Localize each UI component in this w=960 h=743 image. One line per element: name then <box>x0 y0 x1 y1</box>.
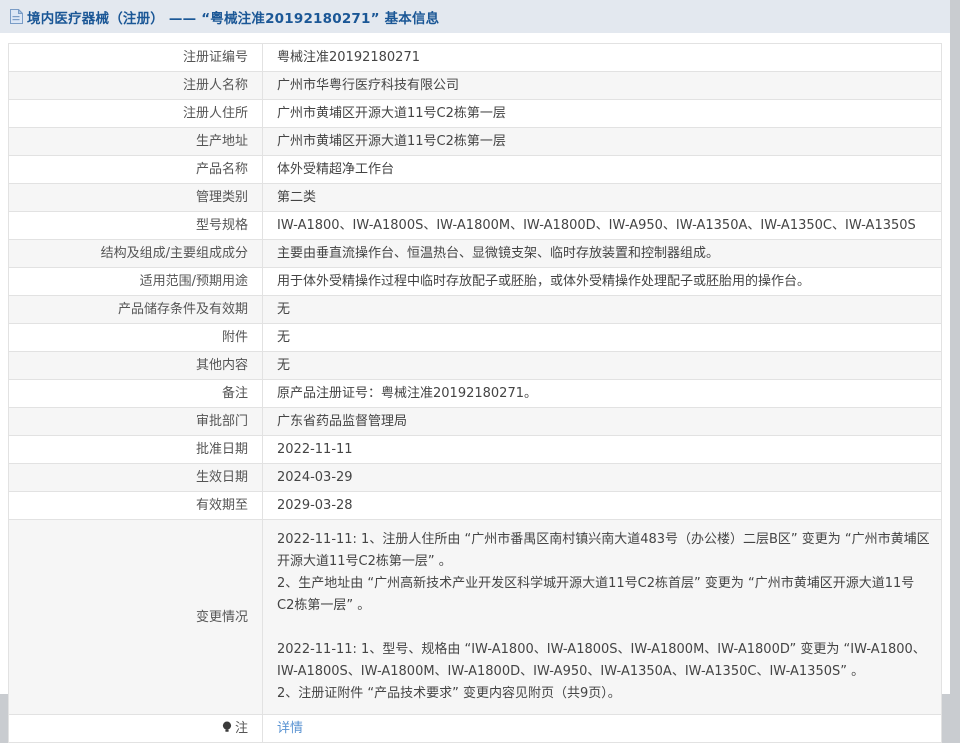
change-history-text: 2022-11-11: 1、注册人住所由 “广州市番禺区南村镇兴南大道483号（… <box>263 520 942 715</box>
row-value: 主要由垂直流操作台、恒温热台、显微镜支架、临时存放装置和控制器组成。 <box>263 240 942 268</box>
row-label: 产品储存条件及有效期 <box>9 296 263 324</box>
row-label: 产品名称 <box>9 156 263 184</box>
table-row: 产品名称 体外受精超净工作台 <box>9 156 942 184</box>
table-row: 注册人名称 广州市华粤行医疗科技有限公司 <box>9 72 942 100</box>
table-row: 注册证编号 粤械注准20192180271 <box>9 44 942 72</box>
row-label: 附件 <box>9 324 263 352</box>
table-row: 生产地址 广州市黄埔区开源大道11号C2栋第一层 <box>9 128 942 156</box>
table-row-note: 注 详情 <box>9 715 942 743</box>
row-value: IW-A1800、IW-A1800S、IW-A1800M、IW-A1800D、I… <box>263 212 942 240</box>
row-value: 广东省药品监督管理局 <box>263 408 942 436</box>
row-label: 型号规格 <box>9 212 263 240</box>
row-label: 有效期至 <box>9 492 263 520</box>
details-link[interactable]: 详情 <box>277 721 303 736</box>
row-value: 体外受精超净工作台 <box>263 156 942 184</box>
page-title: 境内医疗器械（注册） —— “粤械注准20192180271” 基本信息 <box>27 7 439 27</box>
row-label: 注册人名称 <box>9 72 263 100</box>
table-row: 结构及组成/主要组成成分 主要由垂直流操作台、恒温热台、显微镜支架、临时存放装置… <box>9 240 942 268</box>
registration-info-table: 注册证编号 粤械注准20192180271 注册人名称 广州市华粤行医疗科技有限… <box>8 43 942 743</box>
row-value: 2024-03-29 <box>263 464 942 492</box>
row-label: 备注 <box>9 380 263 408</box>
row-label: 生产地址 <box>9 128 263 156</box>
table-row: 产品储存条件及有效期 无 <box>9 296 942 324</box>
table-row: 适用范围/预期用途 用于体外受精操作过程中临时存放配子或胚胎，或体外受精操作处理… <box>9 268 942 296</box>
row-value: 广州市黄埔区开源大道11号C2栋第一层 <box>263 128 942 156</box>
row-value: 用于体外受精操作过程中临时存放配子或胚胎，或体外受精操作处理配子或胚胎用的操作台… <box>263 268 942 296</box>
row-label: 审批部门 <box>9 408 263 436</box>
row-value: 无 <box>263 296 942 324</box>
row-value: 无 <box>263 324 942 352</box>
row-label: 管理类别 <box>9 184 263 212</box>
row-value: 第二类 <box>263 184 942 212</box>
page: 境内医疗器械（注册） —— “粤械注准20192180271” 基本信息 注册证… <box>0 0 950 694</box>
bulb-icon <box>222 721 232 734</box>
table-row: 批准日期 2022-11-11 <box>9 436 942 464</box>
table-row: 生效日期 2024-03-29 <box>9 464 942 492</box>
row-value: 无 <box>263 352 942 380</box>
table-row: 备注 原产品注册证号：粤械注准20192180271。 <box>9 380 942 408</box>
page-header: 境内医疗器械（注册） —— “粤械注准20192180271” 基本信息 <box>0 0 950 33</box>
row-label: 注册人住所 <box>9 100 263 128</box>
row-label: 注 <box>9 715 263 743</box>
table-row: 管理类别 第二类 <box>9 184 942 212</box>
table-row: 有效期至 2029-03-28 <box>9 492 942 520</box>
table-row: 审批部门 广东省药品监督管理局 <box>9 408 942 436</box>
table-row: 附件 无 <box>9 324 942 352</box>
document-icon <box>9 9 23 24</box>
row-value: 原产品注册证号：粤械注准20192180271。 <box>263 380 942 408</box>
row-label: 其他内容 <box>9 352 263 380</box>
table-row: 型号规格 IW-A1800、IW-A1800S、IW-A1800M、IW-A18… <box>9 212 942 240</box>
info-table-container: 注册证编号 粤械注准20192180271 注册人名称 广州市华粤行医疗科技有限… <box>8 43 942 743</box>
row-value: 2029-03-28 <box>263 492 942 520</box>
row-label: 变更情况 <box>9 520 263 715</box>
row-label: 结构及组成/主要组成成分 <box>9 240 263 268</box>
table-row: 其他内容 无 <box>9 352 942 380</box>
row-label: 适用范围/预期用途 <box>9 268 263 296</box>
row-value: 广州市华粤行医疗科技有限公司 <box>263 72 942 100</box>
row-value: 粤械注准20192180271 <box>263 44 942 72</box>
row-label: 注册证编号 <box>9 44 263 72</box>
row-value: 2022-11-11 <box>263 436 942 464</box>
table-row-change-history: 变更情况 2022-11-11: 1、注册人住所由 “广州市番禺区南村镇兴南大道… <box>9 520 942 715</box>
row-value: 广州市黄埔区开源大道11号C2栋第一层 <box>263 100 942 128</box>
row-value: 详情 <box>263 715 942 743</box>
row-label: 批准日期 <box>9 436 263 464</box>
table-row: 注册人住所 广州市黄埔区开源大道11号C2栋第一层 <box>9 100 942 128</box>
row-label: 生效日期 <box>9 464 263 492</box>
note-label: 注 <box>235 721 248 736</box>
